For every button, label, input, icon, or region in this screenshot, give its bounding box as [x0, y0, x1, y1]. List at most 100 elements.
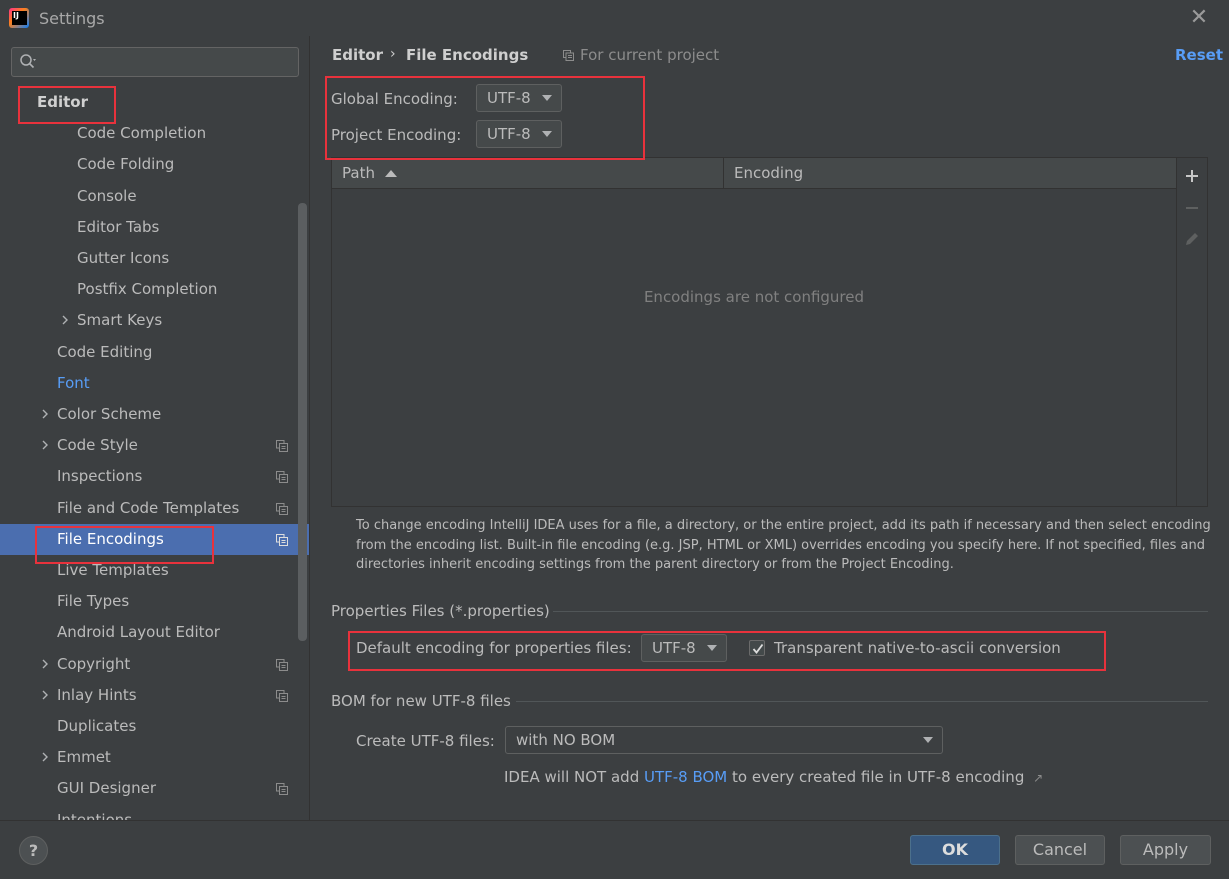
- sidebar-item-intentions[interactable]: Intentions: [0, 805, 298, 820]
- sidebar-item-font[interactable]: Font: [0, 368, 298, 399]
- bom-section-title: BOM for new UTF-8 files: [331, 692, 511, 710]
- breadcrumb-current: File Encodings: [406, 46, 529, 64]
- empty-table-text: Encodings are not configured: [643, 288, 865, 306]
- sort-ascending-icon: [385, 170, 397, 177]
- chevron-right-icon[interactable]: [40, 659, 50, 669]
- sidebar-item-label: Emmet: [57, 748, 111, 767]
- chevron-right-icon[interactable]: [40, 409, 50, 419]
- sidebar-item-label: GUI Designer: [57, 779, 156, 798]
- remove-icon[interactable]: [1182, 198, 1202, 218]
- bom-info-prefix: IDEA will NOT add: [504, 768, 644, 786]
- sidebar-item-label: Postfix Completion: [77, 280, 218, 299]
- sidebar-item-console[interactable]: Console: [0, 181, 298, 212]
- external-link-icon[interactable]: ↗: [1033, 771, 1043, 785]
- title-bar: Settings ✕: [0, 0, 1229, 36]
- column-divider: [723, 158, 724, 189]
- window-title: Settings: [39, 9, 105, 28]
- project-scope-icon: [276, 783, 288, 796]
- sidebar-item-label: Font: [57, 373, 90, 392]
- project-scope-icon: [276, 471, 288, 484]
- chevron-right-icon[interactable]: [40, 752, 50, 762]
- sidebar-item-inlay-hints[interactable]: Inlay Hints: [0, 680, 298, 711]
- sidebar-item-label: Code Editing: [57, 342, 153, 361]
- sidebar-item-label: File Types: [57, 592, 130, 611]
- sidebar-item-label: File and Code Templates: [57, 498, 240, 517]
- help-button[interactable]: ?: [19, 836, 48, 865]
- highlight-box: [325, 76, 645, 160]
- sidebar-item-file-types[interactable]: File Types: [0, 586, 298, 617]
- project-scope-icon: [276, 502, 288, 515]
- sidebar-item-label: Inlay Hints: [57, 685, 137, 704]
- create-utf8-label: Create UTF-8 files:: [356, 732, 495, 750]
- add-icon[interactable]: [1182, 166, 1202, 186]
- encodings-table[interactable]: Path Encoding Encodings are not configur…: [331, 157, 1177, 507]
- table-toolbar: [1177, 157, 1208, 507]
- sidebar-item-copyright[interactable]: Copyright: [0, 649, 298, 680]
- utf8-bom-link[interactable]: UTF-8 BOM: [644, 768, 727, 786]
- sidebar-item-label: Duplicates: [57, 717, 137, 735]
- properties-section-title: Properties Files (*.properties): [331, 602, 550, 620]
- search-icon: [20, 54, 36, 69]
- sidebar-item-label: Gutter Icons: [77, 249, 170, 267]
- sidebar-scrollbar[interactable]: [298, 203, 307, 641]
- sidebar-item-emmet[interactable]: Emmet: [0, 742, 298, 773]
- sidebar-item-code-folding[interactable]: Code Folding: [0, 149, 298, 180]
- settings-sidebar: Editor Code Completion Code Folding Console…: [0, 36, 310, 820]
- section-divider: [516, 701, 1208, 702]
- sidebar-item-label: Color Scheme: [57, 405, 162, 423]
- sidebar-item-postfix-completion[interactable]: Postfix Completion: [0, 274, 298, 305]
- breadcrumb-separator: ›: [390, 46, 396, 62]
- sidebar-item-label: Code Folding: [77, 155, 175, 174]
- bom-info-suffix: to every created file in UTF-8 encoding: [727, 768, 1025, 786]
- intellij-idea-icon: [9, 8, 29, 28]
- project-scope-icon: [276, 689, 288, 702]
- sidebar-item-editor-tabs[interactable]: Editor Tabs: [0, 212, 298, 243]
- sidebar-item-gutter-icons[interactable]: Gutter Icons: [0, 243, 298, 274]
- sidebar-item-inspections[interactable]: Inspections: [0, 461, 298, 492]
- reset-link[interactable]: Reset: [1175, 46, 1223, 64]
- ok-button[interactable]: OK: [910, 835, 1000, 865]
- highlight-box: [348, 631, 1106, 671]
- highlight-box: [35, 526, 214, 564]
- sidebar-item-code-style[interactable]: Code Style: [0, 430, 298, 461]
- sidebar-item-smart-keys[interactable]: Smart Keys: [0, 305, 298, 336]
- create-utf8-dropdown[interactable]: with NO BOM: [505, 726, 943, 754]
- sidebar-item-label: Code Style: [57, 436, 138, 455]
- apply-button[interactable]: Apply: [1120, 835, 1211, 865]
- dialog-button-bar: ? OK Cancel Apply: [0, 820, 1229, 879]
- sidebar-item-label: Intentions: [57, 810, 133, 820]
- sidebar-item-duplicates[interactable]: Duplicates: [0, 711, 298, 742]
- create-utf8-value: with NO BOM: [516, 731, 616, 749]
- chevron-right-icon[interactable]: [40, 690, 50, 700]
- sidebar-item-label: Inspections: [57, 467, 143, 486]
- sidebar-item-gui-designer[interactable]: GUI Designer: [0, 773, 298, 804]
- sidebar-item-label: Smart Keys: [77, 311, 163, 330]
- close-icon[interactable]: ✕: [1188, 7, 1210, 29]
- project-scope-icon: [276, 658, 288, 671]
- chevron-right-icon[interactable]: [60, 315, 70, 325]
- column-header-path[interactable]: Path: [342, 158, 375, 189]
- sidebar-item-file-and-code-templates[interactable]: File and Code Templates: [0, 493, 298, 524]
- chevron-right-icon[interactable]: [40, 440, 50, 450]
- project-scope-icon: [276, 440, 288, 453]
- column-header-encoding[interactable]: Encoding: [734, 158, 803, 189]
- sidebar-item-label: Console: [77, 186, 137, 205]
- project-scope-icon: [276, 533, 288, 546]
- search-input[interactable]: [11, 47, 299, 77]
- highlight-box: [18, 86, 116, 124]
- sidebar-item-android-layout-editor[interactable]: Android Layout Editor: [0, 617, 298, 648]
- edit-icon[interactable]: [1182, 229, 1202, 249]
- cancel-button[interactable]: Cancel: [1015, 835, 1105, 865]
- sidebar-item-label: Copyright: [57, 654, 131, 673]
- project-scope-icon: [563, 50, 574, 61]
- sidebar-item-code-editing[interactable]: Code Editing: [0, 337, 298, 368]
- scope-label: For current project: [580, 46, 720, 64]
- sidebar-item-label: Editor Tabs: [77, 217, 160, 236]
- breadcrumb-parent[interactable]: Editor: [332, 46, 383, 64]
- sidebar-item-label: Android Layout Editor: [57, 623, 220, 642]
- chevron-down-icon: [923, 737, 933, 743]
- sidebar-item-color-scheme[interactable]: Color Scheme: [0, 399, 298, 430]
- encoding-help-text: To change encoding IntelliJ IDEA uses fo…: [356, 518, 1211, 572]
- bom-info-text: IDEA will NOT add UTF-8 BOM to every cre…: [504, 768, 1043, 786]
- section-divider: [553, 611, 1208, 612]
